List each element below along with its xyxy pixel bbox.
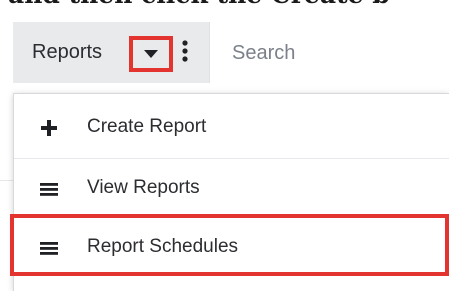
more-actions-button[interactable]: [180, 39, 190, 63]
kebab-icon: [180, 39, 190, 63]
side-divider: [0, 180, 13, 181]
plus-icon: [38, 118, 60, 138]
reports-tab-label: Reports: [32, 41, 103, 63]
menu-item-label: View Reports: [87, 177, 200, 198]
header-divider: [209, 22, 210, 83]
list-icon: [38, 179, 60, 199]
reports-menu-toggle-button[interactable]: [129, 36, 173, 72]
menu-item-view-reports[interactable]: View Reports: [14, 158, 449, 218]
menu-item-report-schedules[interactable]: Report Schedules: [14, 218, 449, 278]
instruction-text: and then click the Create b: [8, 0, 390, 12]
menu-item-label: Create Report: [87, 116, 207, 137]
reports-dropdown-menu: Create Report View Reports Report Schedu…: [13, 93, 449, 291]
module-header: Reports: [0, 22, 449, 83]
menu-item-create-report[interactable]: Create Report: [14, 98, 449, 158]
search-input[interactable]: [232, 39, 432, 67]
menu-item-label: Report Schedules: [87, 236, 239, 257]
list-icon: [38, 238, 60, 258]
